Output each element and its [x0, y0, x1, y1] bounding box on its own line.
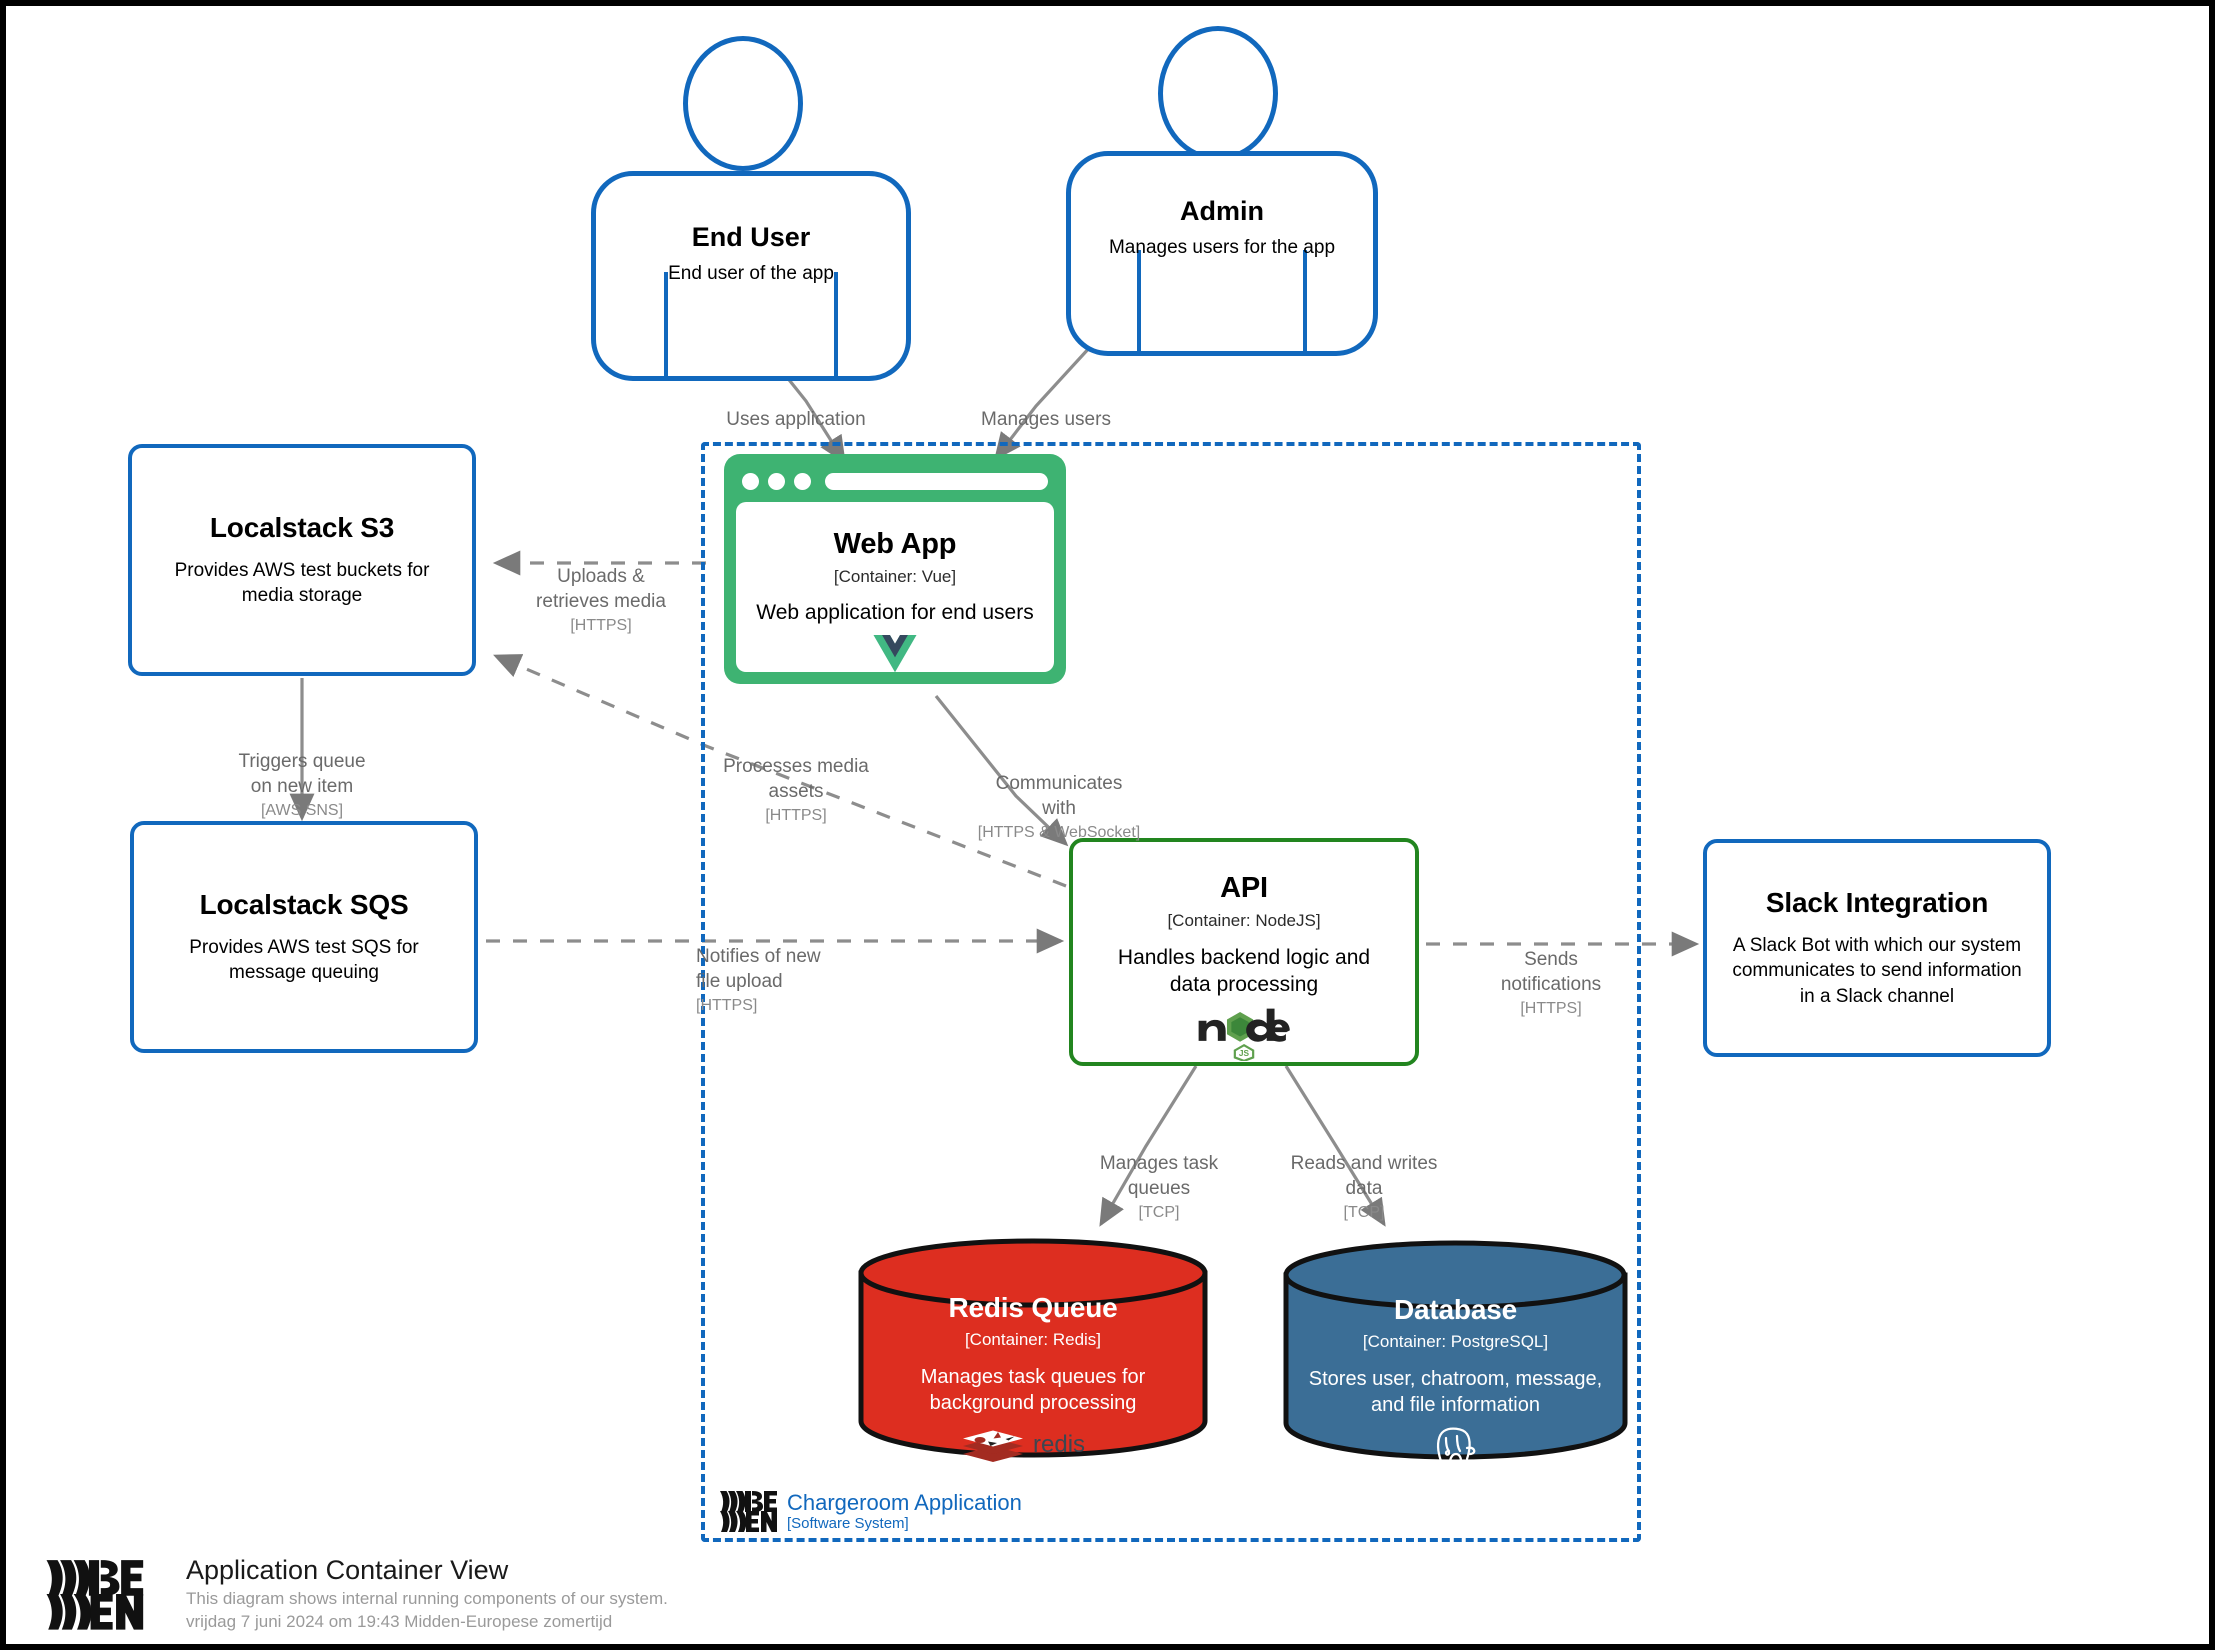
edge-label-uploads-retrieves-media: Uploads & retrieves media [HTTPS]: [536, 566, 666, 634]
slack-integration-title: Slack Integration: [1765, 887, 1989, 919]
web-app-description: Web application for end users: [756, 601, 1034, 624]
edge-label-processes-media-assets: Processes media assets [HTTPS]: [723, 756, 869, 824]
redis-queue-description: Manages task queues for background proce…: [920, 1366, 1146, 1415]
edge-label-sends-notifications: Sends notifications [HTTPS]: [1500, 949, 1602, 1017]
redis-logo-icon: redis: [963, 1430, 1085, 1462]
database-title: Database: [1394, 1294, 1517, 1325]
edge-label-communicates-with: Communicates with [HTTPS & WebSocket]: [977, 773, 1141, 841]
external-system-localstack-sqs[interactable]: Localstack SQS Provides AWS test SQS for…: [130, 821, 478, 1053]
localstack-sqs-description: Provides AWS test SQS for message queuin…: [189, 936, 419, 983]
database-content: Database [Container: PostgreSQL] Stores …: [1283, 1294, 1628, 1478]
svg-text:JS: JS: [1239, 1048, 1250, 1058]
browser-dot-icon: [768, 472, 785, 490]
edge-label-notifies-of-new-file-upload: Notifies of new file upload [HTTPS]: [696, 946, 821, 1014]
footer: Application Container View This diagram …: [20, 1554, 668, 1634]
database-tech: [Container: PostgreSQL]: [1362, 1332, 1549, 1351]
container-web-app[interactable]: Web App [Container: Vue] Web application…: [724, 454, 1066, 684]
svg-text:redis: redis: [1033, 1431, 1085, 1458]
edge-label-manages-users: Manages users: [981, 409, 1111, 431]
footer-description: This diagram shows internal running comp…: [186, 1589, 668, 1609]
redis-queue-tech: [Container: Redis]: [964, 1330, 1102, 1349]
end-user-description: End user of the app: [668, 263, 834, 284]
diagram-canvas: Chargeroom Application [Software System]…: [0, 0, 2215, 1650]
nodejs-logo-icon: JS: [1198, 1008, 1290, 1061]
api-tech: [Container: NodeJS]: [1167, 911, 1321, 930]
localstack-s3-description: Provides AWS test buckets for media stor…: [174, 559, 430, 606]
web-app-title: Web App: [833, 528, 957, 560]
admin-arm-left: [1137, 249, 1142, 356]
database-description: Stores user, chatroom, message, and file…: [1308, 1368, 1603, 1417]
admin-title: Admin: [1180, 196, 1264, 226]
end-user-arm-right: [833, 272, 838, 381]
boundary-label: Chargeroom Application [Software System]: [719, 1488, 1022, 1534]
admin-description: Manages users for the app: [1108, 237, 1336, 258]
api-description: Handles backend logic and data processin…: [1117, 946, 1371, 997]
container-database[interactable]: Database [Container: PostgreSQL] Stores …: [1283, 1238, 1628, 1470]
wisemen-logo-icon: [46, 1560, 144, 1630]
person-admin[interactable]: Admin Manages users for the app: [1066, 26, 1378, 356]
web-app-screen: Web App [Container: Vue] Web application…: [736, 502, 1054, 672]
redis-queue-title: Redis Queue: [948, 1292, 1118, 1323]
vue-logo-icon: [873, 634, 917, 672]
container-api[interactable]: API [Container: NodeJS] Handles backend …: [1069, 838, 1419, 1066]
edge-label-uses-application: Uses application: [726, 409, 866, 431]
end-user-head-icon: [683, 36, 803, 171]
boundary-type: [Software System]: [787, 1515, 909, 1533]
localstack-s3-title: Localstack S3: [209, 511, 395, 543]
browser-dot-icon: [794, 472, 811, 490]
admin-body: Admin Manages users for the app: [1066, 151, 1378, 356]
slack-integration-description: A Slack Bot with which our system commun…: [1732, 935, 2022, 1007]
edge-label-reads-and-writes-data: Reads and writes data [TCP]: [1290, 1153, 1438, 1221]
external-system-localstack-s3[interactable]: Localstack S3 Provides AWS test buckets …: [128, 444, 476, 676]
browser-url-bar[interactable]: [825, 472, 1048, 490]
footer-title: Application Container View: [186, 1555, 509, 1586]
browser-dot-icon: [742, 472, 759, 490]
redis-queue-content: Redis Queue [Container: Redis] Manages t…: [858, 1292, 1208, 1470]
postgresql-logo-icon: [1436, 1427, 1475, 1470]
admin-head-icon: [1158, 26, 1278, 161]
end-user-body: End User End user of the app: [591, 171, 911, 381]
external-system-slack-integration[interactable]: Slack Integration A Slack Bot with which…: [1703, 839, 2051, 1057]
edge-label-triggers-queue: Triggers queue on new item [AWS SNS]: [238, 751, 366, 819]
admin-arm-right: [1302, 249, 1307, 356]
web-app-browser-chrome: [736, 466, 1054, 496]
api-title: API: [1220, 872, 1268, 904]
web-app-tech: [Container: Vue]: [833, 567, 957, 586]
edge-label-manages-task-queues: Manages task queues [TCP]: [1099, 1153, 1219, 1221]
localstack-sqs-title: Localstack SQS: [199, 888, 409, 920]
end-user-arm-left: [664, 272, 669, 381]
container-redis-queue[interactable]: Redis Queue [Container: Redis] Manages t…: [858, 1236, 1208, 1462]
end-user-title: End User: [691, 222, 811, 252]
wisemen-logo-icon: [720, 1491, 777, 1532]
boundary-name: Chargeroom Application: [787, 1489, 1022, 1515]
person-end-user[interactable]: End User End user of the app: [591, 36, 911, 381]
footer-timestamp: vrijdag 7 juni 2024 om 19:43 Midden-Euro…: [186, 1612, 613, 1632]
